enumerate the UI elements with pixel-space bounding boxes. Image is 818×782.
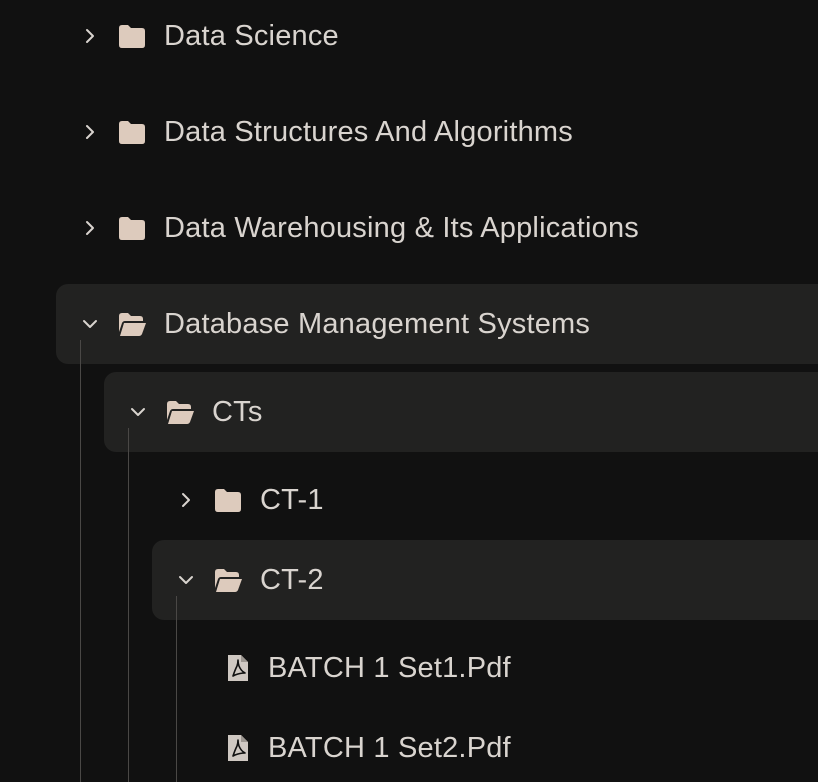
tree-item-label: CT-2 bbox=[260, 563, 324, 596]
tree-item-batch1-set2-pdf[interactable]: BATCH 1 Set2.Pdf bbox=[0, 726, 818, 770]
folder-open-icon bbox=[212, 566, 244, 594]
chevron-down-icon[interactable] bbox=[176, 570, 196, 590]
tree-item-label: Database Management Systems bbox=[164, 307, 591, 340]
tree-item-data-warehousing[interactable]: Data Warehousing & Its Applications bbox=[0, 206, 818, 250]
tree-item-label: Data Warehousing & Its Applications bbox=[164, 211, 640, 244]
tree-item-label: CT-1 bbox=[260, 483, 324, 516]
tree-item-ct-2[interactable]: CT-2 bbox=[0, 558, 818, 602]
tree-item-batch1-set1-pdf[interactable]: BATCH 1 Set1.Pdf bbox=[0, 646, 818, 690]
folder-closed-icon bbox=[116, 214, 148, 242]
folder-open-icon bbox=[116, 310, 148, 338]
tree-item-data-science[interactable]: Data Science bbox=[0, 14, 818, 58]
folder-closed-icon bbox=[116, 118, 148, 146]
tree-item-database-management-systems[interactable]: Database Management Systems bbox=[0, 302, 818, 346]
pdf-file-icon bbox=[226, 653, 250, 683]
chevron-right-icon[interactable] bbox=[80, 26, 100, 46]
tree-item-label: CTs bbox=[212, 395, 263, 428]
tree-item-label: BATCH 1 Set1.Pdf bbox=[268, 651, 511, 684]
pdf-file-icon bbox=[226, 733, 250, 763]
chevron-down-icon[interactable] bbox=[80, 314, 100, 334]
chevron-right-icon[interactable] bbox=[176, 490, 196, 510]
chevron-down-icon[interactable] bbox=[128, 402, 148, 422]
chevron-right-icon[interactable] bbox=[80, 122, 100, 142]
tree-item-data-structures[interactable]: Data Structures And Algorithms bbox=[0, 110, 818, 154]
tree-item-ct-1[interactable]: CT-1 bbox=[0, 478, 818, 522]
tree-item-cts[interactable]: CTs bbox=[0, 390, 818, 434]
chevron-right-icon[interactable] bbox=[80, 218, 100, 238]
tree-item-label: Data Structures And Algorithms bbox=[164, 115, 573, 148]
folder-closed-icon bbox=[116, 22, 148, 50]
folder-open-icon bbox=[164, 398, 196, 426]
tree-item-label: BATCH 1 Set2.Pdf bbox=[268, 731, 511, 764]
folder-closed-icon bbox=[212, 486, 244, 514]
tree-item-label: Data Science bbox=[164, 19, 339, 52]
file-tree: Data Science Data Structures And Algorit… bbox=[0, 0, 818, 782]
